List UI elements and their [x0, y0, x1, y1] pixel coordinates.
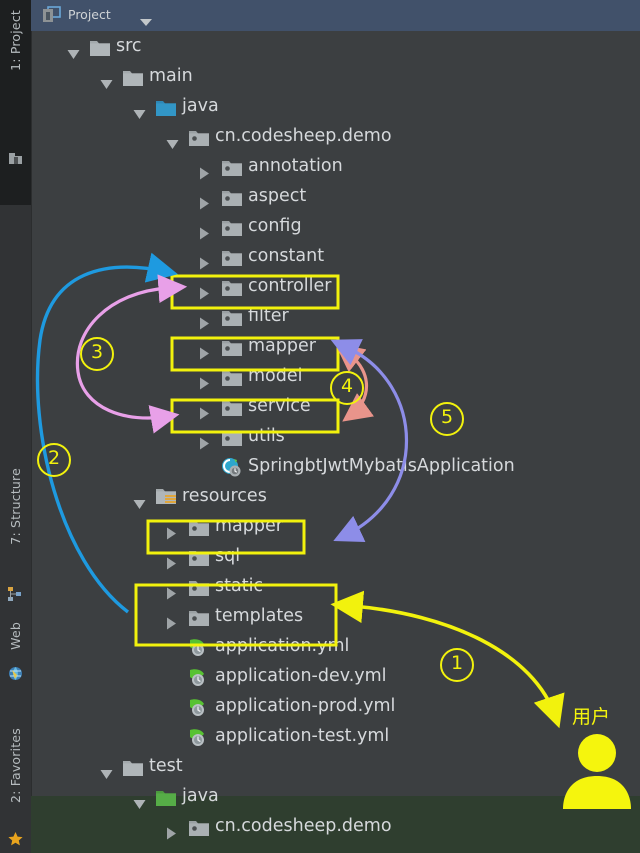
web-icon — [8, 666, 23, 685]
tree-row-label: sql — [215, 541, 240, 571]
tree-row-label: application-prod.yml — [215, 691, 395, 721]
tree-row-java[interactable]: java — [31, 91, 640, 121]
tree-row-test[interactable]: test — [31, 751, 640, 781]
tree-row-label: model — [248, 361, 303, 391]
ide-project-window: 1: Project 7: Structure Web — [0, 0, 640, 853]
tree-row-templates[interactable]: templates — [31, 601, 640, 631]
tree-row-utils[interactable]: utils — [31, 421, 640, 451]
tree-row-label: utils — [248, 421, 285, 451]
toolstrip-label-web: Web — [8, 622, 23, 650]
tree-row-label: java — [182, 91, 219, 121]
toolstrip-label-project: 1: Project — [8, 10, 23, 71]
project-icon — [7, 150, 24, 171]
tree-row-label: cn.codesheep.demo — [215, 811, 392, 841]
tree-row-label: mapper — [248, 331, 316, 361]
tree-row-label: src — [116, 31, 142, 61]
tree-row-cn-codesheep-demo[interactable]: cn.codesheep.demo — [31, 121, 640, 151]
tree-row-controller[interactable]: controller — [31, 271, 640, 301]
tree-row-sql[interactable]: sql — [31, 541, 640, 571]
tree-row-main[interactable]: main — [31, 61, 640, 91]
tree-row-application-test-yml[interactable]: application-test.yml — [31, 721, 640, 751]
tree-row-java[interactable]: java — [31, 781, 640, 811]
tree-row-label: config — [248, 211, 302, 241]
tree-row-label: application-dev.yml — [215, 661, 387, 691]
chevron-right-icon[interactable] — [166, 820, 177, 850]
tree-row-aspect[interactable]: aspect — [31, 181, 640, 211]
tree-row-mapper[interactable]: mapper — [31, 331, 640, 361]
tree-row-springbtjwtmybatisapplication[interactable]: SpringbtJwtMybatisApplication — [31, 451, 640, 481]
chevron-down-icon[interactable] — [139, 12, 153, 31]
tree-row-label: service — [248, 391, 311, 421]
toolstrip-label-structure: 7: Structure — [8, 468, 23, 545]
tree-row-label: mapper — [215, 511, 283, 541]
tree-row-label: templates — [215, 601, 303, 631]
tree-row-resources[interactable]: resources — [31, 481, 640, 511]
tree-row-constant[interactable]: constant — [31, 241, 640, 271]
tree-row-label: resources — [182, 481, 267, 511]
structure-icon — [7, 586, 23, 606]
tree-row-label: annotation — [248, 151, 343, 181]
annotation-marker-4: 4 — [330, 371, 364, 405]
tree-row-application-prod-yml[interactable]: application-prod.yml — [31, 691, 640, 721]
user-label: 用户 — [572, 702, 610, 729]
star-icon — [7, 831, 24, 852]
annotation-marker-2: 2 — [37, 443, 71, 477]
tree-row-label: filter — [248, 301, 289, 331]
tree-row-label: cn.codesheep.demo — [215, 121, 392, 151]
toolstrip-button-project[interactable]: 1: Project — [0, 0, 31, 205]
tree-row-application-yml[interactable]: application.yml — [31, 631, 640, 661]
tree-row-cn-codesheep-demo[interactable]: cn.codesheep.demo — [31, 811, 640, 841]
tree-row-filter[interactable]: filter — [31, 301, 640, 331]
tree-row-label: application.yml — [215, 631, 349, 661]
tree-row-config[interactable]: config — [31, 211, 640, 241]
tree-row-src[interactable]: src — [31, 31, 640, 61]
tool-window-strip: 1: Project 7: Structure Web — [0, 0, 32, 853]
tree-row-label: SpringbtJwtMybatisApplication — [248, 451, 515, 481]
tree-row-label: controller — [248, 271, 331, 301]
project-toolwindow-header: Project — [31, 0, 640, 31]
tree-row-label: aspect — [248, 181, 306, 211]
toolstrip-label-favorites: 2: Favorites — [8, 728, 23, 803]
tree-row-label: main — [149, 61, 193, 91]
tree-row-mapper[interactable]: mapper — [31, 511, 640, 541]
tree-row-label: application-test.yml — [215, 721, 389, 751]
tree-row-annotation[interactable]: annotation — [31, 151, 640, 181]
annotation-marker-5: 5 — [430, 402, 464, 436]
tree-row-label: static — [215, 571, 263, 601]
tree-row-static[interactable]: static — [31, 571, 640, 601]
project-window-icon — [42, 6, 61, 28]
annotation-marker-3: 3 — [80, 337, 114, 371]
tree-row-label: java — [182, 781, 219, 811]
tree-row-label: test — [149, 751, 183, 781]
tree-row-label: constant — [248, 241, 324, 271]
folder-package-icon — [188, 817, 210, 847]
project-title: Project — [68, 7, 111, 22]
tree-row-application-dev-yml[interactable]: application-dev.yml — [31, 661, 640, 691]
annotation-marker-1: 1 — [440, 648, 474, 682]
project-tree: srcmainjavacn.codesheep.demoannotationas… — [31, 31, 640, 853]
